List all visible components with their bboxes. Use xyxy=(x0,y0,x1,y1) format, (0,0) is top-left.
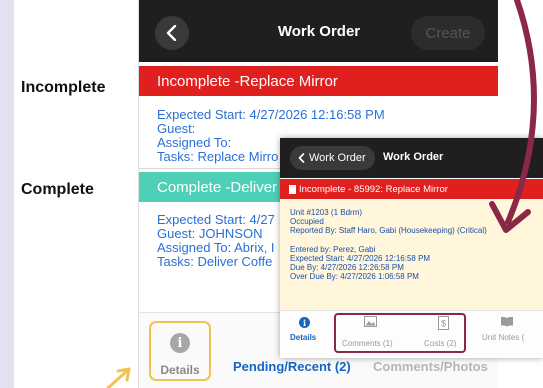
pending-recent-tab[interactable]: Pending/Recent (2) xyxy=(233,359,351,374)
inset-unit-notes-label: Unit Notes ( xyxy=(482,333,525,342)
app-header: Work Order Create xyxy=(139,0,498,62)
inset-details-label: Details xyxy=(290,333,317,342)
comments-photos-tab[interactable]: Comments/Photos xyxy=(373,359,488,374)
complete-tasks: Tasks: Deliver Coffe xyxy=(157,254,273,269)
info-icon: i xyxy=(299,317,310,328)
complete-guest: Guest: JOHNSON xyxy=(157,226,263,241)
details-tab[interactable]: i Details xyxy=(149,321,211,381)
inset-costs-label: Costs (2) xyxy=(424,339,457,348)
incomplete-label: Incomplete xyxy=(21,79,106,96)
document-icon xyxy=(289,184,296,194)
inset-status-bar: Incomplete - 85992: Replace Mirror xyxy=(280,179,543,199)
incomplete-guest: Guest: xyxy=(157,121,196,136)
chevron-left-icon xyxy=(298,153,305,163)
complete-label: Complete xyxy=(21,181,94,198)
incomplete-tasks: Tasks: Replace Mirro xyxy=(157,149,279,164)
book-icon xyxy=(501,316,513,327)
work-order-detail-inset: Work Order Work Order Incomplete - 85992… xyxy=(280,138,543,358)
inset-costs-tab[interactable]: $ Costs (2) xyxy=(420,315,466,353)
svg-text:$: $ xyxy=(441,319,446,329)
incomplete-work-order-bar[interactable]: Incomplete -Replace Mirror xyxy=(139,66,498,96)
inset-back-button[interactable]: Work Order xyxy=(290,146,375,170)
inset-header: Work Order Work Order xyxy=(280,138,543,178)
inset-details-body: Unit #1203 (1 Bdrm) Occupied Reported By… xyxy=(280,199,543,310)
inset-tab-bar: i Details Comments (1) $ Costs (2) Unit … xyxy=(280,310,543,358)
incomplete-expected-start: Expected Start: 4/27/2026 12:16:58 PM xyxy=(157,107,385,122)
complete-assigned-to: Assigned To: Abrix, I xyxy=(157,240,275,255)
incomplete-assigned-to: Assigned To: xyxy=(157,135,232,150)
complete-expected-start: Expected Start: 4/27 xyxy=(157,212,275,227)
photo-icon xyxy=(364,316,377,327)
inset-unit-notes-tab[interactable]: Unit Notes ( xyxy=(478,315,543,353)
reported-by: Reported By: Staff Haro, Gabi (Housekeep… xyxy=(290,226,487,235)
inset-back-label: Work Order xyxy=(309,152,366,164)
info-icon: i xyxy=(170,333,190,353)
details-tab-label: Details xyxy=(160,363,200,377)
create-button[interactable]: Create xyxy=(411,16,485,50)
inset-title: Work Order xyxy=(383,151,444,163)
over-due-by: Over Due By: 4/27/2026 1:06:58 PM xyxy=(290,272,419,281)
left-border-strip xyxy=(0,0,14,388)
inset-bar-text: Incomplete - 85992: Replace Mirror xyxy=(299,183,448,195)
inset-comments-label: Comments (1) xyxy=(342,339,393,348)
inset-details-tab[interactable]: i Details xyxy=(290,315,320,353)
receipt-dollar-icon: $ xyxy=(438,316,449,330)
inset-comments-tab[interactable]: Comments (1) xyxy=(340,315,400,353)
